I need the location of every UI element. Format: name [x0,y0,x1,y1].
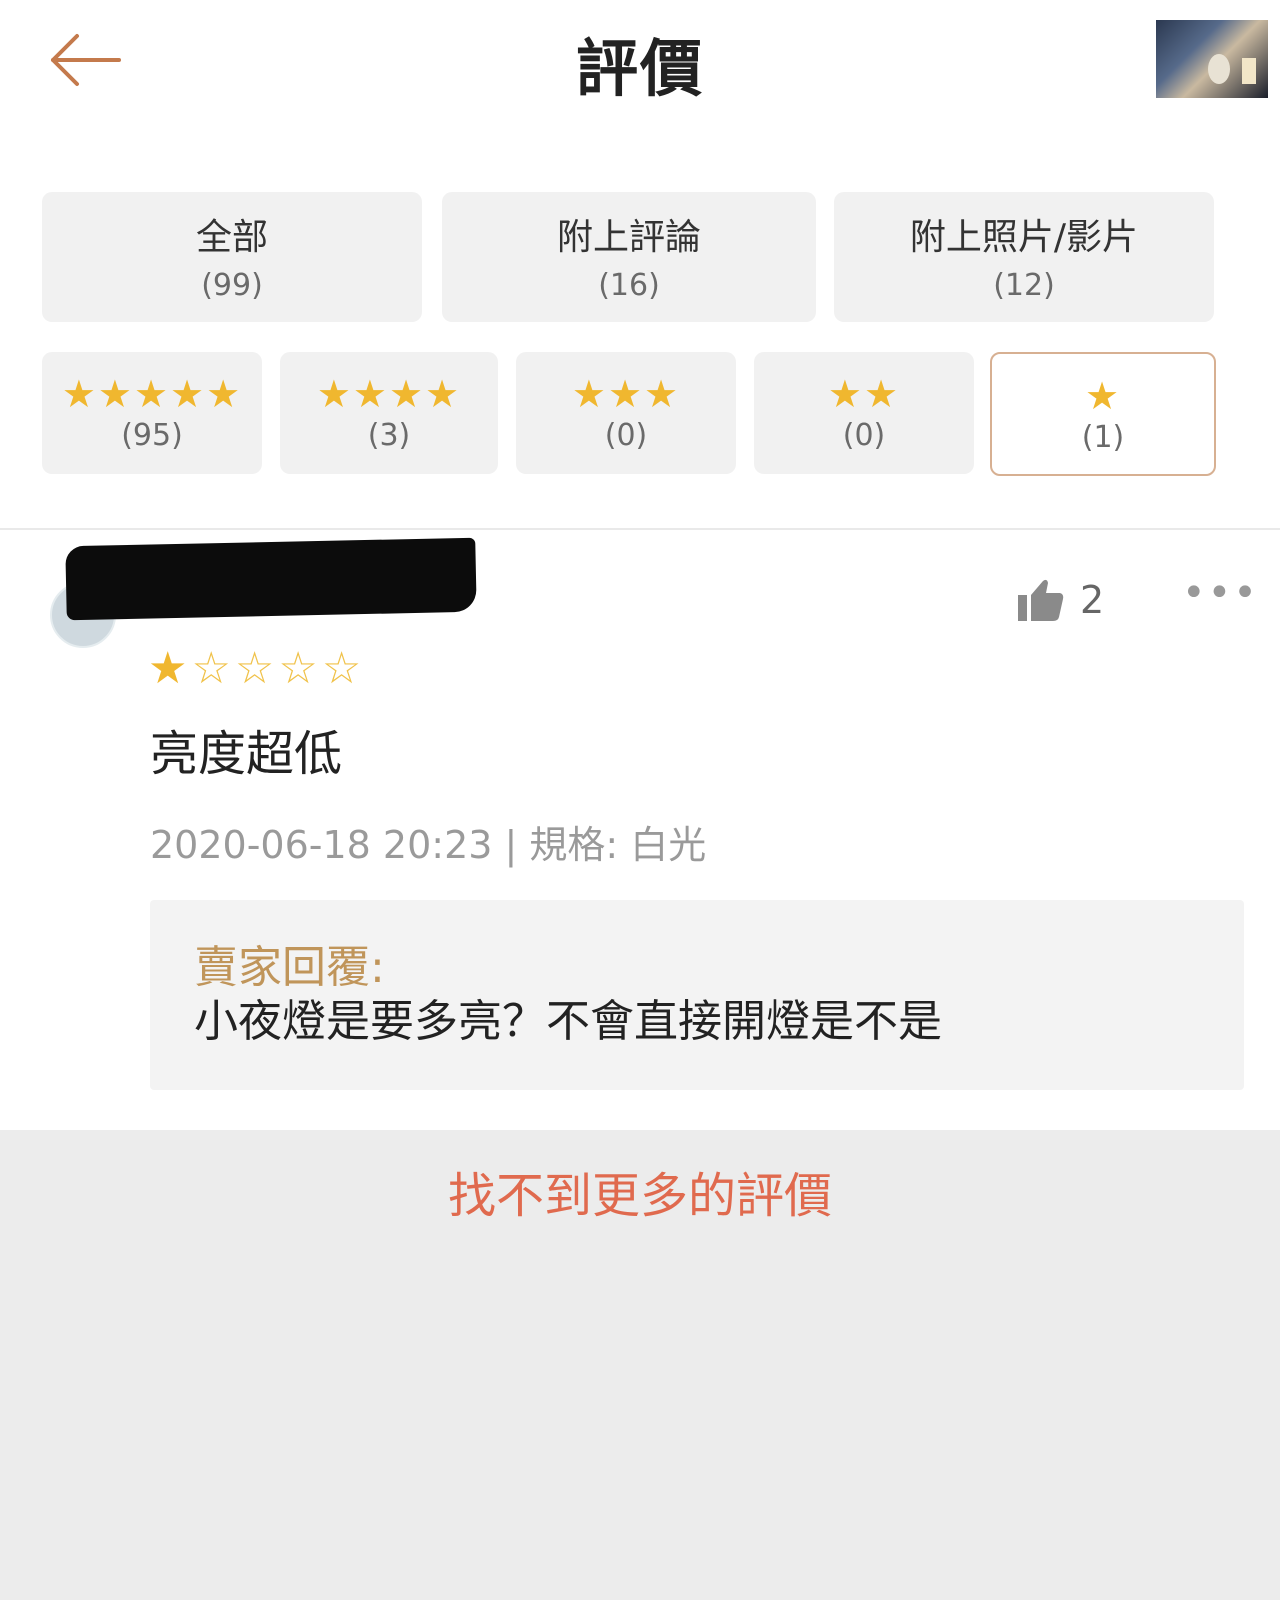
filter-count: (16) [598,268,660,303]
star-empty-icon: ☆ [234,643,279,694]
product-thumbnail[interactable] [1156,20,1268,98]
star-empty-icon: ☆ [278,643,322,694]
filter-4-star[interactable]: ★★★★ (3) [280,352,498,474]
star-icons: ★★★★ [316,372,462,416]
review-filters: 全部 (99) 附上評論 (16) 附上照片/影片 (12) ★★★★★ (95… [0,130,1280,528]
username-redacted [65,537,477,621]
filter-count: (0) [842,418,886,453]
filter-with-media[interactable]: 附上照片/影片 (12) [834,192,1214,322]
filter-all[interactable]: 全部 (99) [42,192,422,322]
review-text: 亮度超低 [150,726,343,782]
header: 評價 [0,0,1280,130]
filter-count: (99) [201,268,263,303]
filter-1-star[interactable]: ★ (1) [990,352,1216,476]
seller-reply-text: 小夜燈是要多亮？不會直接開燈是不是 [194,996,942,1047]
star-icons: ★ [1084,374,1122,418]
page-title: 評價 [575,32,704,105]
filter-count: (0) [604,418,648,453]
star-empty-icon: ☆ [321,643,366,694]
filter-5-star[interactable]: ★★★★★ (95) [42,352,262,474]
filter-count: (3) [367,418,411,453]
filter-label: 附上評論 [556,217,701,258]
seller-reply-label: 賣家回覆: [194,942,385,993]
filter-count: (95) [121,418,183,453]
filter-label: 全部 [195,217,268,258]
review-item: 2 ••• ★☆☆☆☆ 亮度超低 2020-06-18 20:23 | 規格: … [0,530,1280,1130]
like-button[interactable]: 2 [1016,570,1104,630]
review-meta: 2020-06-18 20:23 | 規格: 白光 [150,823,707,867]
like-count: 2 [1080,578,1105,622]
filter-label: 附上照片/影片 [909,217,1139,258]
more-options-button[interactable]: ••• [1182,573,1257,618]
star-icons: ★★★★★ [61,372,243,416]
star-icons: ★★ [827,372,901,416]
thumbs-up-icon [1018,579,1064,621]
star-filled-icon: ★ [148,643,192,694]
no-more-reviews: 找不到更多的評價 [447,1168,832,1224]
filter-2-star[interactable]: ★★ (0) [754,352,974,474]
filter-with-comments[interactable]: 附上評論 (16) [442,192,816,322]
star-icons: ★★★ [571,372,681,416]
star-empty-icon: ☆ [191,643,235,694]
filter-3-star[interactable]: ★★★ (0) [516,352,736,474]
reviews-screen: 評價 全部 (99) 附上評論 (16) 附上照片/影片 (12) ★★★★★ … [0,0,1280,1600]
review-rating: ★☆☆☆☆ [148,644,365,694]
filter-count: (12) [993,268,1055,303]
filter-count: (1) [1081,420,1125,455]
seller-reply: 賣家回覆: 小夜燈是要多亮？不會直接開燈是不是 [150,900,1244,1090]
